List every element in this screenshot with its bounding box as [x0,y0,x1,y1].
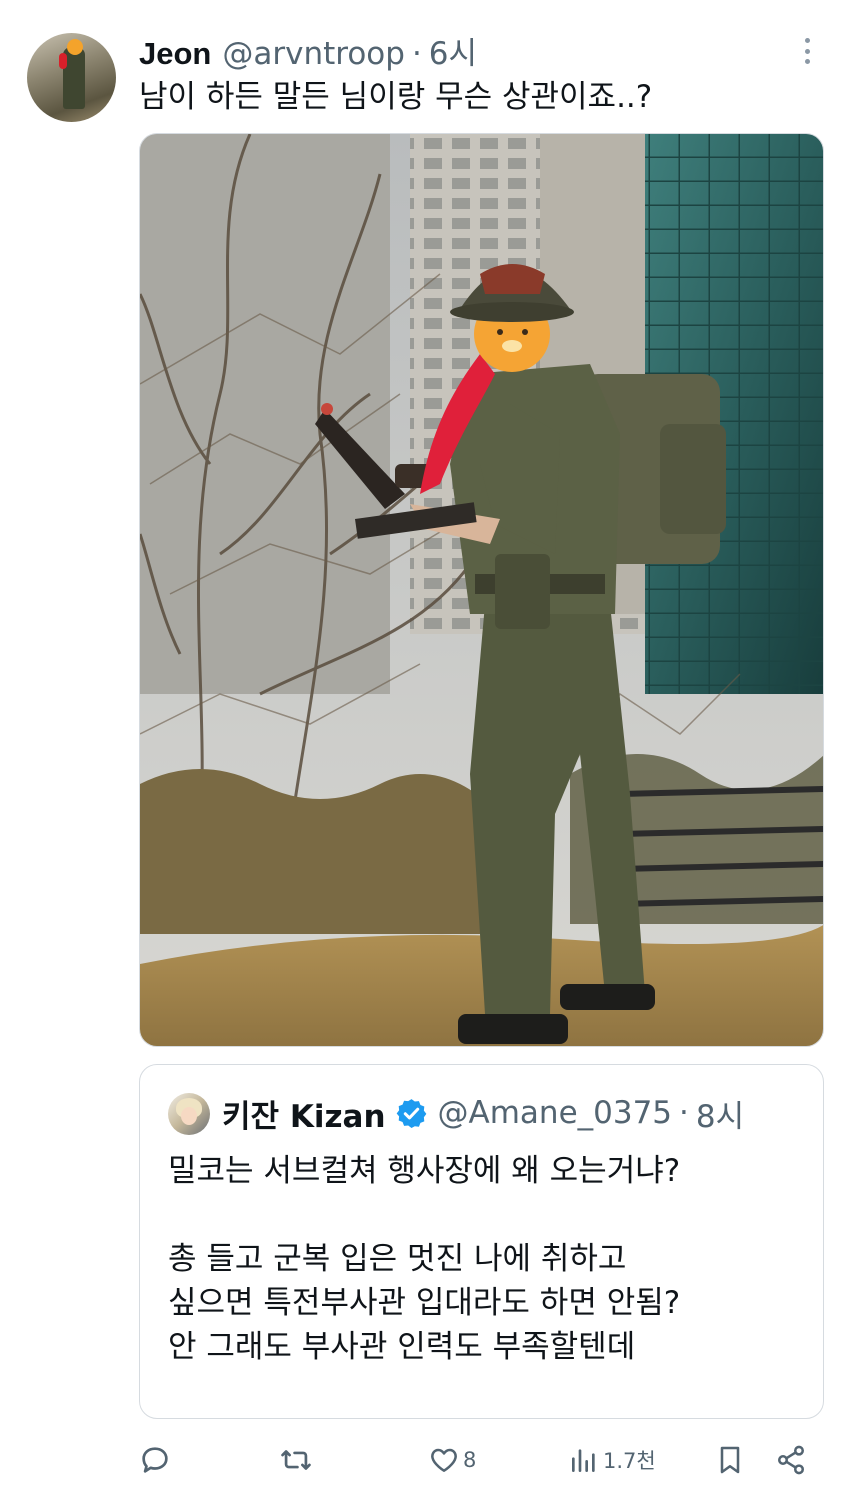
post-time[interactable]: 6시 [429,28,477,73]
author-name[interactable]: Jeon [139,36,211,72]
tweet-photo[interactable] [139,133,824,1047]
like-count: 8 [463,1448,477,1472]
heart-icon [431,1448,457,1472]
quoted-author-name: 키잔 Kizan [222,1098,386,1135]
reply-icon [142,1447,168,1473]
verified-badge-icon [396,1098,426,1128]
views-count: 1.7천 [603,1449,656,1473]
retweet-button[interactable] [279,1438,313,1482]
author-avatar[interactable] [27,33,116,122]
bookmark-icon [720,1446,740,1474]
tweet[interactable]: Jeon @arvntroop · 6시 남이 하든 말든 님이랑 무슨 상관이… [0,0,850,1507]
quoted-tweet-text: 밀코는 서브컬쳐 행사장에 왜 오는거냐? 총 들고 군복 입은 멋진 나에 취… [168,1153,681,1365]
action-bar: 8 1.7천 [0,1430,850,1490]
quoted-author-handle: @Amane_0375 [437,1095,673,1131]
reply-button[interactable] [138,1438,172,1482]
more-options-icon[interactable] [796,34,818,68]
tweet-text: 남이 하든 말든 님이랑 무슨 상관이죠..? [139,79,653,115]
views-button[interactable]: 1.7천 [568,1438,656,1482]
tweet-header: Jeon @arvntroop · 6시 [139,28,477,72]
share-icon [778,1445,804,1475]
separator-dot: · [679,1095,689,1131]
retweet-icon [281,1450,311,1470]
photo-soldier-cosplay [140,134,823,1046]
like-button[interactable]: 8 [428,1438,476,1482]
separator-dot: · [411,36,422,72]
share-button[interactable] [775,1438,807,1482]
views-icon [572,1449,595,1472]
quoted-author-avatar [168,1093,210,1135]
author-handle[interactable]: @arvntroop [222,36,405,72]
quoted-tweet[interactable]: 키잔 Kizan @Amane_0375 · 8시 밀코는 서브컬쳐 행사장에 … [139,1064,824,1419]
quoted-tweet-header: 키잔 Kizan @Amane_0375 · 8시 [222,1091,744,1135]
bookmark-button[interactable] [714,1438,746,1482]
quoted-post-time: 8시 [695,1098,745,1135]
